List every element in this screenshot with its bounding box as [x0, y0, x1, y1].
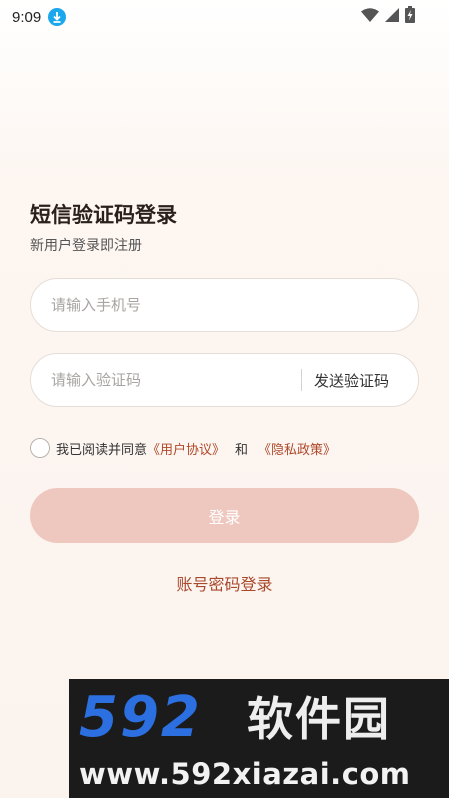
agreement-and: 和 — [235, 442, 249, 458]
user-agreement-link[interactable]: 《用户协议》 — [147, 439, 225, 458]
agreement-prefix: 我已阅读并同意 — [56, 442, 148, 458]
cell-signal-icon — [385, 7, 399, 26]
agreement-checkbox[interactable] — [30, 438, 50, 458]
page-subtitle: 新用户登录即注册 — [30, 238, 142, 254]
send-code-button[interactable]: 发送验证码 — [302, 370, 418, 391]
phone-input[interactable] — [31, 279, 418, 331]
agreement-row: 我已阅读并同意 《用户协议》 和 《隐私政策》 — [30, 437, 336, 459]
watermark-url: www.592xiazai.com — [79, 757, 411, 791]
code-field: 发送验证码 — [30, 353, 419, 407]
status-icons — [361, 6, 415, 27]
download-arrow-icon — [48, 8, 67, 26]
battery-charging-icon — [405, 6, 415, 27]
page-title: 短信验证码登录 — [30, 203, 177, 227]
wifi-icon — [361, 7, 379, 26]
password-login-link[interactable]: 账号密码登录 — [0, 571, 449, 595]
watermark-banner: 592 软件园 www.592xiazai.com — [69, 679, 449, 798]
login-button[interactable]: 登录 — [30, 488, 419, 543]
watermark-logo-text: 软件园 — [247, 692, 391, 746]
privacy-policy-link[interactable]: 《隐私政策》 — [258, 439, 336, 458]
status-time: 9:09 — [12, 8, 42, 26]
phone-field — [30, 278, 419, 332]
watermark-logo-digits: 592 — [79, 685, 202, 750]
verification-code-input[interactable] — [31, 354, 301, 406]
status-bar: 9:09 — [0, 0, 449, 34]
